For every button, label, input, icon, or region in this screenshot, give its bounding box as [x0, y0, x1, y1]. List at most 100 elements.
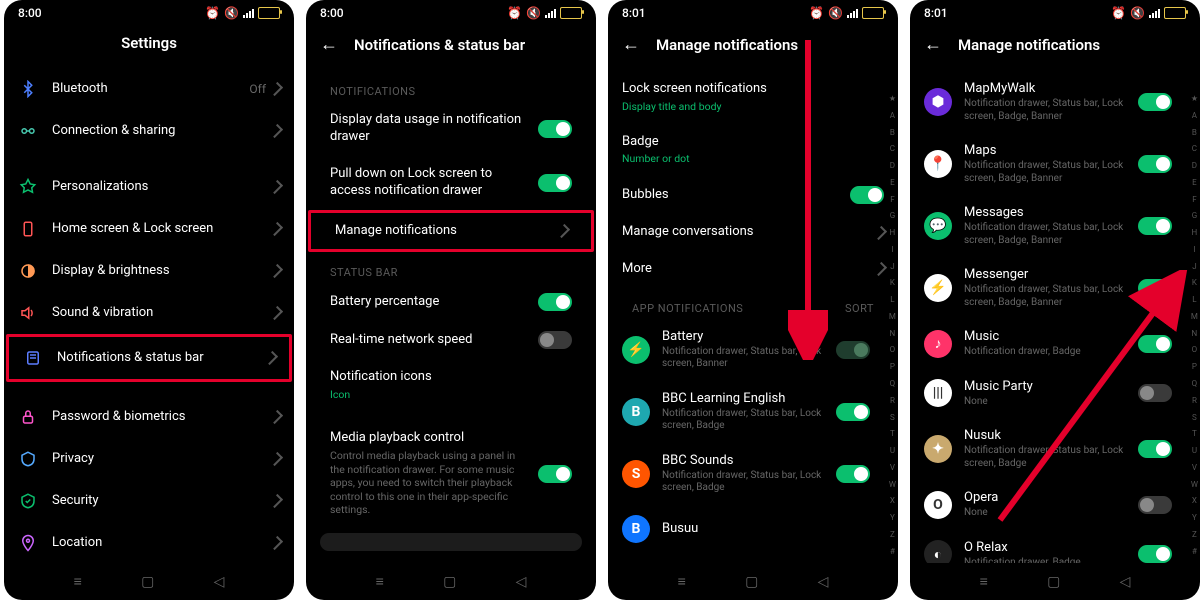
- app-row-busuu[interactable]: BBusuu: [608, 505, 898, 553]
- alpha-B[interactable]: B: [890, 128, 895, 137]
- alpha-index[interactable]: ★ABCDEFGHIJKLMNOPQRSTUVWXYZ#: [1191, 90, 1198, 560]
- toggle[interactable]: [1138, 93, 1172, 111]
- alpha-M[interactable]: M: [889, 312, 896, 321]
- row-badge[interactable]: BadgeNumber or dot: [608, 124, 898, 177]
- alpha-T[interactable]: T: [1192, 429, 1197, 438]
- back-icon[interactable]: ←: [924, 34, 942, 55]
- alpha-W[interactable]: W: [1191, 480, 1198, 489]
- row-bubbles[interactable]: Bubbles: [608, 176, 898, 214]
- alpha-X[interactable]: X: [890, 496, 895, 505]
- app-row-maps[interactable]: 📍MapsNotification drawer, Status bar, Lo…: [910, 133, 1200, 195]
- nav-recent-icon[interactable]: ≡: [74, 573, 82, 590]
- alpha-T[interactable]: T: [890, 429, 895, 438]
- back-icon[interactable]: ←: [320, 34, 338, 55]
- alpha-R[interactable]: R: [1192, 396, 1197, 405]
- toggle[interactable]: [1138, 440, 1172, 458]
- alpha-E[interactable]: E: [890, 178, 895, 187]
- row-more[interactable]: More: [608, 251, 898, 288]
- alpha-S[interactable]: S: [1192, 413, 1197, 422]
- nav-back-icon[interactable]: ◁: [214, 574, 225, 590]
- alpha-#[interactable]: #: [1192, 547, 1197, 556]
- nav-recent-icon[interactable]: ≡: [678, 573, 686, 590]
- toggle[interactable]: [538, 293, 572, 311]
- toggle[interactable]: [1138, 335, 1172, 353]
- row-manage-conversations[interactable]: Manage conversations: [608, 214, 898, 251]
- app-row-o-relax[interactable]: ◐O RelaxNotification drawer, Badge: [910, 530, 1200, 564]
- alpha-R[interactable]: R: [890, 396, 895, 405]
- app-row-nusuk[interactable]: ✦NusukNotification drawer, Status bar, L…: [910, 418, 1200, 480]
- alpha-K[interactable]: K: [1192, 278, 1197, 287]
- alpha-L[interactable]: L: [1192, 295, 1196, 304]
- settings-item-privacy[interactable]: Privacy: [4, 438, 294, 480]
- alpha-U[interactable]: U: [890, 446, 895, 455]
- alpha-Z[interactable]: Z: [1192, 530, 1197, 539]
- alpha-H[interactable]: H: [890, 228, 896, 237]
- app-row-messenger[interactable]: ⚡MessengerNotification drawer, Status ba…: [910, 257, 1200, 319]
- alpha-F[interactable]: F: [890, 195, 894, 204]
- toggle[interactable]: [850, 186, 884, 204]
- toggle[interactable]: [538, 465, 572, 483]
- row-battery-percentage[interactable]: Battery percentage: [306, 283, 596, 321]
- nav-back-icon[interactable]: ◁: [818, 574, 829, 590]
- settings-item-connection[interactable]: Connection & sharing: [4, 110, 294, 152]
- toggle[interactable]: [538, 331, 572, 349]
- alpha-★[interactable]: ★: [1191, 94, 1198, 103]
- nav-recent-icon[interactable]: ≡: [980, 573, 988, 590]
- alpha-G[interactable]: G: [1192, 211, 1197, 220]
- app-row-mapmywalk[interactable]: ⬢MapMyWalkNotification drawer, Status ba…: [910, 71, 1200, 133]
- nav-home-icon[interactable]: ▢: [1047, 574, 1060, 590]
- sort-button[interactable]: SORT: [845, 302, 874, 315]
- alpha-J[interactable]: J: [890, 262, 894, 271]
- alpha-★[interactable]: ★: [889, 94, 896, 103]
- settings-item-location[interactable]: Location: [4, 522, 294, 563]
- alpha-O[interactable]: O: [1192, 345, 1198, 354]
- back-icon[interactable]: ←: [622, 34, 640, 55]
- alpha-V[interactable]: V: [1192, 463, 1197, 472]
- app-row-music[interactable]: ♪MusicNotification drawer, Badge: [910, 319, 1200, 369]
- app-row-messages[interactable]: 💬MessagesNotification drawer, Status bar…: [910, 195, 1200, 257]
- alpha-F[interactable]: F: [1192, 195, 1196, 204]
- media-playback-control[interactable]: Media playback control Control media pla…: [306, 420, 596, 527]
- alpha-P[interactable]: P: [890, 362, 895, 371]
- toggle[interactable]: [538, 174, 572, 192]
- toggle[interactable]: [1138, 279, 1172, 297]
- app-row-opera[interactable]: OOperaNone: [910, 480, 1200, 530]
- app-row-battery[interactable]: ⚡BatteryNotification drawer, Status bar,…: [608, 319, 898, 381]
- settings-item-security[interactable]: Security: [4, 480, 294, 522]
- alpha-X[interactable]: X: [1192, 496, 1197, 505]
- toggle[interactable]: [1138, 155, 1172, 173]
- alpha-D[interactable]: D: [1192, 161, 1197, 170]
- settings-item-bluetooth[interactable]: BluetoothOff: [4, 68, 294, 110]
- toggle[interactable]: [1138, 496, 1172, 514]
- alpha-index[interactable]: ★ABCDEFGHIJKLMNOPQRSTUVWXYZ#: [889, 90, 896, 560]
- nav-home-icon[interactable]: ▢: [141, 574, 154, 590]
- alpha-G[interactable]: G: [890, 211, 895, 220]
- row-real-time-network-speed[interactable]: Real-time network speed: [306, 321, 596, 359]
- app-row-bbc-learning-english[interactable]: BBBC Learning EnglishNotification drawer…: [608, 381, 898, 443]
- alpha-I[interactable]: I: [891, 245, 893, 254]
- toggle[interactable]: [1138, 545, 1172, 563]
- settings-item-display[interactable]: Display & brightness: [4, 250, 294, 292]
- toggle[interactable]: [836, 341, 870, 359]
- alpha-A[interactable]: A: [1192, 111, 1197, 120]
- alpha-W[interactable]: W: [889, 480, 896, 489]
- toggle[interactable]: [836, 403, 870, 421]
- alpha-A[interactable]: A: [890, 111, 895, 120]
- nav-back-icon[interactable]: ◁: [1120, 574, 1131, 590]
- settings-item-personalizations[interactable]: Personalizations: [4, 166, 294, 208]
- toggle[interactable]: [538, 120, 572, 138]
- alpha-C[interactable]: C: [890, 144, 895, 153]
- nav-back-icon[interactable]: ◁: [516, 574, 527, 590]
- alpha-S[interactable]: S: [890, 413, 895, 422]
- row-manage-notifications[interactable]: Manage notifications: [311, 213, 591, 250]
- toggle[interactable]: [836, 465, 870, 483]
- alpha-V[interactable]: V: [890, 463, 895, 472]
- alpha-C[interactable]: C: [1192, 144, 1197, 153]
- toggle[interactable]: [1138, 384, 1172, 402]
- nav-home-icon[interactable]: ▢: [745, 574, 758, 590]
- alpha-Y[interactable]: Y: [890, 513, 895, 522]
- alpha-K[interactable]: K: [890, 278, 895, 287]
- settings-item-sound[interactable]: Sound & vibration: [4, 292, 294, 334]
- settings-item-notifications[interactable]: Notifications & status bar: [9, 337, 289, 379]
- alpha-Z[interactable]: Z: [890, 530, 895, 539]
